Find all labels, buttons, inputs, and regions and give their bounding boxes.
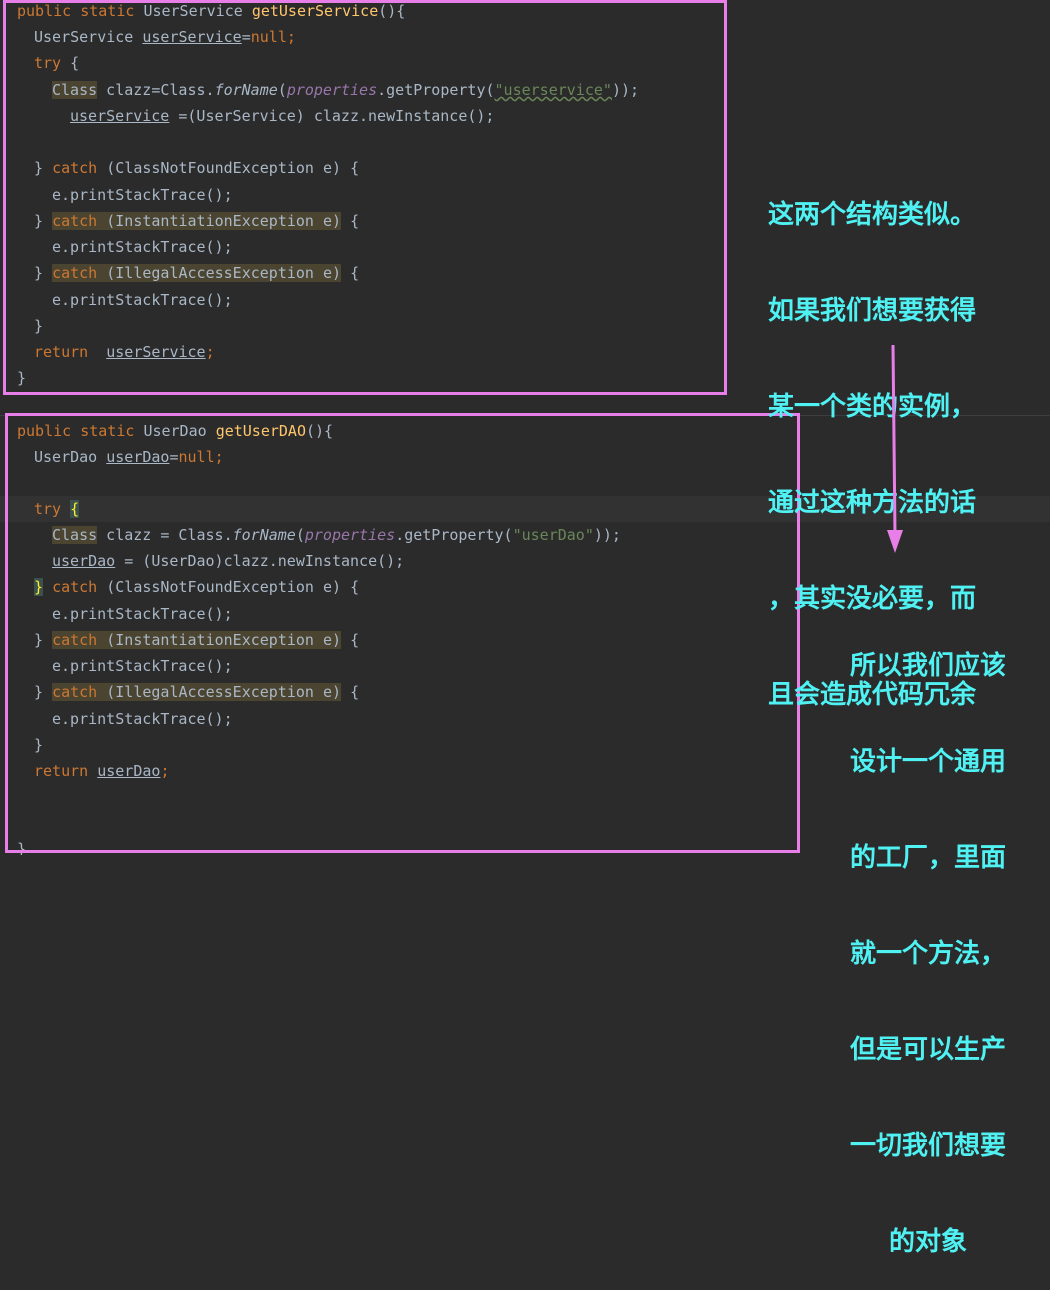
annotation-line: 设计一个通用: [849, 747, 1006, 777]
annotation-line: 这两个结构类似。: [768, 200, 977, 230]
annotation-line: 就一个方法，: [849, 939, 1006, 969]
highlight-frame: [5, 413, 800, 853]
highlight-frame: [3, 0, 727, 395]
annotation-note-2: 所以我们应该 设计一个通用 的工厂，里面 就一个方法， 但是可以生产 一切我们想…: [838, 586, 1018, 1290]
arrow-down-icon: [887, 344, 903, 553]
annotation-line: 的对象: [888, 1227, 967, 1257]
annotation-line: 但是可以生产: [849, 1035, 1006, 1065]
annotation-line: 通过这种方法的话: [768, 488, 977, 518]
annotation-line: 一切我们想要: [849, 1131, 1006, 1161]
annotation-line: 如果我们想要获得: [768, 296, 977, 326]
annotation-line: 某一个类的实例，: [768, 392, 977, 422]
annotation-line: 的工厂，里面: [849, 843, 1006, 873]
annotation-line: 所以我们应该: [849, 651, 1006, 681]
